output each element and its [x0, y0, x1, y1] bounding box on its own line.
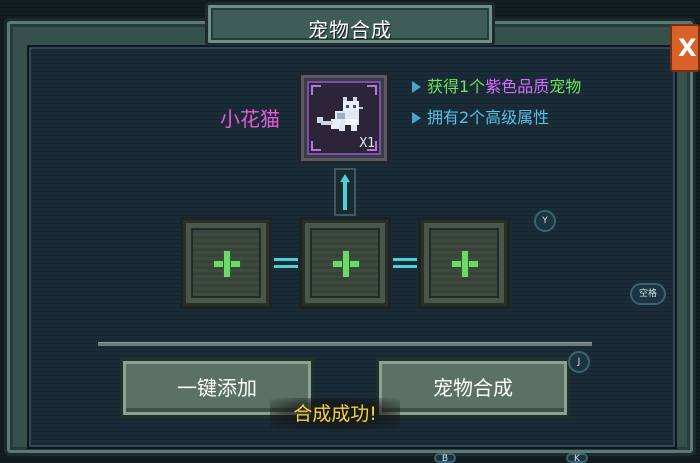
bullet-triangle-icon: [412, 81, 421, 93]
arrow-shaft: [343, 182, 347, 210]
quality-highlight: 紫色品质: [485, 77, 550, 96]
input-slot-2[interactable]: [299, 217, 391, 309]
info-text: 拥有2个高级属性: [427, 108, 550, 127]
slot-frame: [310, 228, 380, 298]
key-hint-j[interactable]: J: [568, 351, 590, 373]
info-text: 获得1个: [427, 77, 486, 96]
quantity-label: X1: [359, 136, 375, 151]
plus-icon: [343, 251, 349, 277]
slot-connector: [393, 256, 417, 270]
reward-info-quality: 获得1个紫色品质宠物: [412, 73, 581, 97]
slot-connector: [274, 256, 298, 270]
key-hint-y[interactable]: Y: [534, 210, 556, 232]
title-tab: 宠物合成: [205, 2, 495, 46]
merge-arrow: [334, 168, 356, 216]
arrow-up-icon: [340, 174, 350, 182]
plus-icon: [462, 251, 468, 277]
cat-pixel-icon: [317, 97, 363, 131]
reward-info-attributes: 拥有2个高级属性: [412, 104, 549, 128]
close-icon: X: [678, 34, 697, 62]
key-hint-b[interactable]: B: [434, 453, 456, 463]
window-title: 宠物合成: [308, 18, 392, 42]
result-slot-frame: X1: [307, 81, 381, 155]
key-hint-space[interactable]: 空格: [630, 283, 666, 305]
input-slot-1[interactable]: [180, 217, 272, 309]
input-slot-3[interactable]: [418, 217, 510, 309]
corner-decoration: [311, 141, 321, 151]
pet-name: 小花猫: [220, 107, 280, 131]
bullet-triangle-icon: [412, 112, 421, 124]
divider: [98, 342, 592, 346]
slot-frame: [191, 228, 261, 298]
merge-button[interactable]: 宠物合成: [376, 358, 570, 418]
key-hint-k[interactable]: K: [566, 453, 588, 463]
pet-fusion-screen: 宠物合成 X 小花猫 X1 获得1个紫色品质宠物 拥有2个高级属性 一键添加 宠…: [0, 0, 700, 463]
success-toast: 合成成功!: [270, 398, 400, 430]
info-text: 宠物: [549, 77, 582, 96]
slot-frame: [429, 228, 499, 298]
close-button[interactable]: X: [670, 24, 700, 72]
plus-icon: [224, 251, 230, 277]
result-slot[interactable]: X1: [298, 72, 390, 164]
